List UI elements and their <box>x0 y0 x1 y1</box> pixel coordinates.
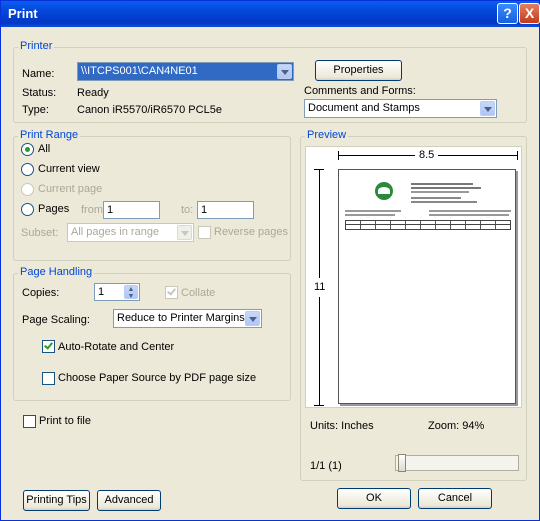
units-label: Units: Inches <box>310 420 374 432</box>
choose-paper-source-label[interactable]: Choose Paper Source by PDF page size <box>58 372 256 384</box>
page-handling-group-label: Page Handling <box>18 266 95 278</box>
status-value: Ready <box>77 87 109 99</box>
print-range-group-label: Print Range <box>18 129 81 141</box>
advanced-button[interactable]: Advanced <box>97 490 161 511</box>
print-to-file-checkbox[interactable] <box>23 415 36 428</box>
subset-label: Subset: <box>21 227 59 239</box>
reverse-pages-label[interactable]: Reverse pages <box>214 226 288 238</box>
page-indicator: 1/1 (1) <box>310 460 342 472</box>
radio-current-view-label[interactable]: Current view <box>38 163 100 175</box>
printing-tips-button[interactable]: Printing Tips <box>23 490 90 511</box>
help-icon: ? <box>503 5 512 21</box>
radio-pages-label[interactable]: Pages <box>38 203 69 215</box>
subset-select[interactable]: All pages in range <box>67 223 194 242</box>
radio-current-page[interactable] <box>21 183 34 196</box>
page-scaling-select[interactable]: Reduce to Printer Margins <box>113 309 262 328</box>
radio-all[interactable] <box>21 143 34 156</box>
help-button[interactable]: ? <box>497 3 518 24</box>
chevron-down-icon[interactable] <box>177 225 192 240</box>
stepper-arrows-icon[interactable]: ▲ ▼ <box>124 285 138 300</box>
from-page-input[interactable]: 1 <box>103 201 160 219</box>
type-label: Type: <box>22 104 49 116</box>
chevron-down-icon[interactable] <box>480 101 495 116</box>
type-value: Canon iR5570/iR6570 PCL5e <box>77 104 222 116</box>
properties-button[interactable]: Properties <box>315 60 402 81</box>
preview-height-label: 11 <box>314 281 326 293</box>
auto-rotate-label[interactable]: Auto-Rotate and Center <box>58 341 174 353</box>
radio-all-label[interactable]: All <box>38 143 50 155</box>
preview-page-thumbnail <box>338 169 516 404</box>
print-to-file-label[interactable]: Print to file <box>39 415 91 427</box>
seal-logo <box>375 182 393 200</box>
subset-value: All pages in range <box>71 226 160 238</box>
close-icon: X <box>524 5 535 21</box>
collate-label[interactable]: Collate <box>181 287 215 299</box>
preview-group-label: Preview <box>305 129 349 141</box>
printer-name-value: \\ITCPS001\CAN4NE01 <box>81 65 198 77</box>
printer-group-label: Printer <box>18 40 55 52</box>
copies-stepper[interactable]: 1 ▲ ▼ <box>94 283 140 301</box>
chevron-down-icon[interactable] <box>277 64 292 79</box>
window-title: Print <box>8 6 38 21</box>
ok-button[interactable]: OK <box>337 488 411 509</box>
page-slider[interactable] <box>395 454 519 472</box>
close-button[interactable]: X <box>519 3 540 24</box>
printer-name-label: Name: <box>22 68 55 80</box>
chevron-down-icon[interactable] <box>245 311 260 326</box>
preview-area: 8.5 11 <box>305 146 522 408</box>
collate-checkbox[interactable] <box>165 286 178 299</box>
copies-value: 1 <box>98 286 105 298</box>
printer-name-select[interactable]: \\ITCPS001\CAN4NE01 <box>77 62 294 81</box>
radio-current-page-label[interactable]: Current page <box>38 183 102 195</box>
radio-current-view[interactable] <box>21 163 34 176</box>
choose-paper-source-checkbox[interactable] <box>42 372 55 385</box>
auto-rotate-checkbox[interactable] <box>42 340 55 353</box>
to-label: to: <box>181 204 194 216</box>
cancel-button[interactable]: Cancel <box>418 488 492 509</box>
title-bar[interactable]: Print ? X <box>1 1 540 27</box>
status-label: Status: <box>22 87 57 99</box>
print-range-group <box>13 136 291 261</box>
comments-forms-label: Comments and Forms: <box>304 85 416 97</box>
copies-label: Copies: <box>22 287 60 299</box>
print-dialog: Print ? X Printer Name: \\ITCPS001\CAN4N… <box>0 0 540 521</box>
preview-width-label: 8.5 <box>419 149 435 161</box>
page-scaling-label: Page Scaling: <box>22 314 90 326</box>
comments-forms-select[interactable]: Document and Stamps <box>304 99 497 118</box>
page-slider-thumb[interactable] <box>398 454 406 472</box>
preview-table <box>345 220 511 230</box>
reverse-pages-checkbox[interactable] <box>198 226 211 239</box>
radio-pages[interactable] <box>21 203 34 216</box>
to-page-input[interactable]: 1 <box>197 201 254 219</box>
page-scaling-value: Reduce to Printer Margins <box>117 312 245 324</box>
comments-forms-value: Document and Stamps <box>308 102 420 114</box>
zoom-label: Zoom: 94% <box>428 420 485 432</box>
